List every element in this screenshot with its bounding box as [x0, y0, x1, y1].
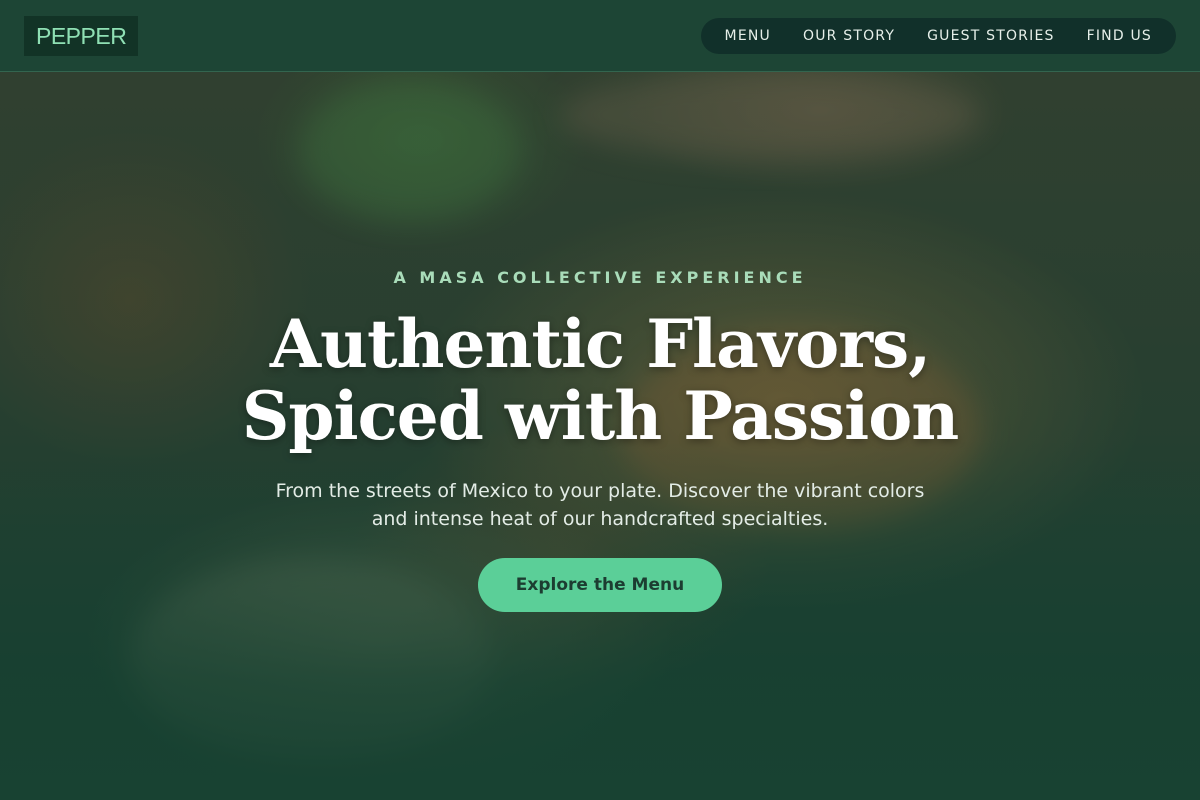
hero-subtitle-line-1: From the streets of Mexico to your plate…	[275, 480, 925, 502]
hero-subtitle: From the streets of Mexico to your plate…	[250, 477, 950, 533]
hero-section: A MASA COLLECTIVE EXPERIENCE Authentic F…	[0, 0, 1200, 800]
hero-eyebrow: A MASA COLLECTIVE EXPERIENCE	[393, 268, 807, 287]
hero-subtitle-line-2: and intense heat of our handcrafted spec…	[371, 508, 829, 530]
hero-headline-line-2: Spiced with Passion	[241, 377, 960, 455]
hero-headline: Authentic Flavors, Spiced with Passion	[0, 308, 1200, 452]
explore-menu-button[interactable]: Explore the Menu	[478, 558, 722, 612]
hero-headline-line-1: Authentic Flavors,	[269, 305, 931, 383]
